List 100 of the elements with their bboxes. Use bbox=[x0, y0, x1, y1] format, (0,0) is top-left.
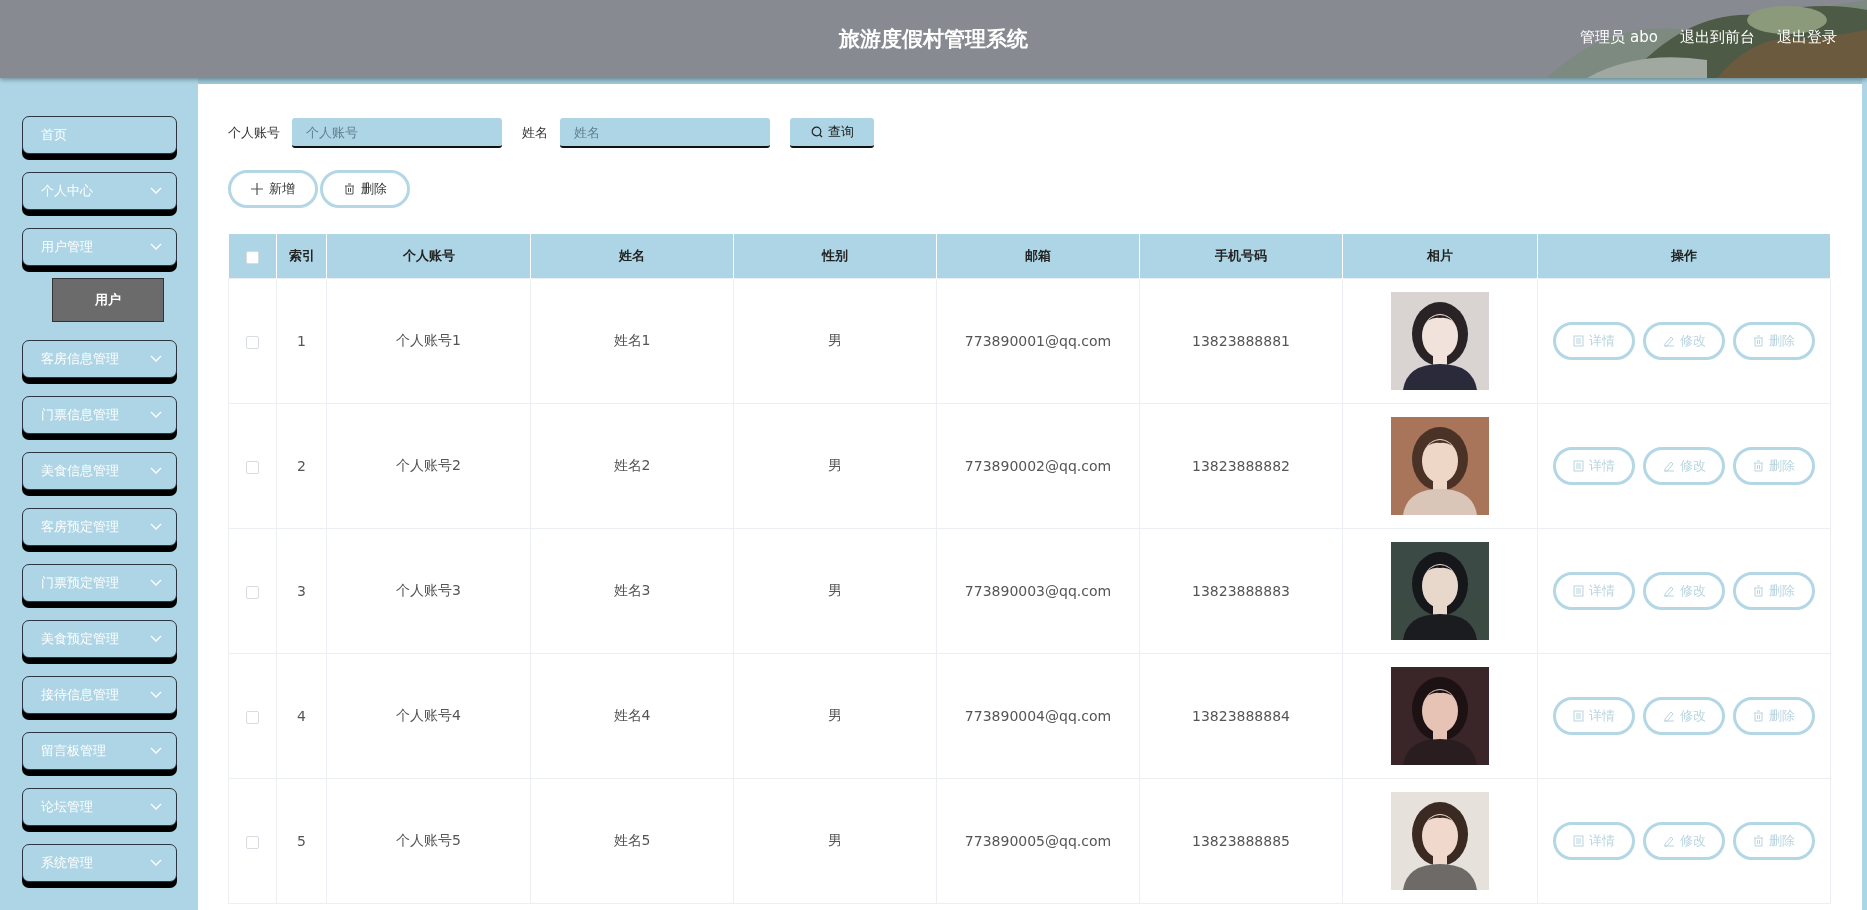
column-header: 相片 bbox=[1342, 234, 1538, 279]
trash-icon bbox=[1753, 335, 1764, 347]
pencil-icon bbox=[1662, 460, 1675, 472]
search-icon bbox=[810, 126, 823, 138]
checkbox[interactable] bbox=[245, 250, 259, 264]
delete-button[interactable]: 删除 bbox=[1733, 322, 1815, 360]
checkbox[interactable] bbox=[246, 335, 259, 349]
table-cell: 13823888881 bbox=[1139, 278, 1343, 404]
table-cell: 773890002@qq.com bbox=[936, 403, 1140, 529]
table-cell: 姓名4 bbox=[530, 653, 734, 779]
table-cell: 1 bbox=[276, 278, 327, 404]
chevron-down-icon bbox=[149, 691, 162, 699]
delete-button[interactable]: 删除 bbox=[320, 170, 410, 208]
table-cell: 个人账号3 bbox=[326, 528, 531, 654]
pencil-icon bbox=[1662, 585, 1675, 597]
trash-icon bbox=[1753, 460, 1764, 472]
column-header: 姓名 bbox=[530, 234, 734, 279]
document-icon bbox=[1573, 710, 1584, 722]
table-cell: 男 bbox=[733, 653, 937, 779]
table-cell: 13823888882 bbox=[1139, 403, 1343, 529]
column-header: 索引 bbox=[276, 234, 327, 279]
table-cell: 姓名5 bbox=[530, 778, 734, 904]
app-title: 旅游度假村管理系统 bbox=[839, 26, 1028, 53]
table-cell: 个人账号4 bbox=[326, 653, 531, 779]
table-cell: 773890004@qq.com bbox=[936, 653, 1140, 779]
table-cell: 男 bbox=[733, 528, 937, 654]
sidebar-subitem[interactable]: 用户 bbox=[52, 278, 164, 322]
table-cell: 个人账号5 bbox=[326, 778, 531, 904]
checkbox[interactable] bbox=[246, 460, 259, 474]
table-cell: 姓名3 bbox=[530, 528, 734, 654]
document-icon bbox=[1573, 835, 1584, 847]
pencil-icon bbox=[1662, 835, 1675, 847]
table-cell: 2 bbox=[276, 403, 327, 529]
chevron-down-icon bbox=[149, 523, 162, 531]
search-button[interactable]: 查询 bbox=[790, 118, 874, 148]
chevron-down-icon bbox=[149, 411, 162, 419]
table-cell: 男 bbox=[733, 278, 937, 404]
pencil-icon bbox=[1662, 335, 1675, 347]
table-cell: 773890001@qq.com bbox=[936, 278, 1140, 404]
pencil-icon bbox=[1662, 710, 1675, 722]
table-cell: 3 bbox=[276, 528, 327, 654]
add-button[interactable]: 新增 bbox=[228, 170, 318, 208]
search-field[interactable]: 个人账号 bbox=[292, 118, 502, 148]
trash-icon bbox=[343, 183, 355, 195]
checkbox[interactable] bbox=[246, 585, 259, 599]
trash-icon bbox=[1753, 835, 1764, 847]
table-cell: 773890003@qq.com bbox=[936, 528, 1140, 654]
checkbox[interactable] bbox=[246, 710, 259, 724]
trash-icon bbox=[1753, 710, 1764, 722]
field-label: 个人账号 bbox=[228, 124, 280, 142]
details-button[interactable]: 详情 bbox=[1553, 572, 1635, 610]
details-button[interactable]: 详情 bbox=[1553, 822, 1635, 860]
plus-icon bbox=[251, 183, 263, 195]
chevron-down-icon bbox=[149, 747, 162, 755]
column-header: 邮箱 bbox=[936, 234, 1140, 279]
document-icon bbox=[1573, 585, 1584, 597]
details-button[interactable]: 详情 bbox=[1553, 697, 1635, 735]
table-cell: 5 bbox=[276, 778, 327, 904]
table-cell: 男 bbox=[733, 778, 937, 904]
chevron-down-icon bbox=[149, 579, 162, 587]
table-cell: 13823888884 bbox=[1139, 653, 1343, 779]
chevron-down-icon bbox=[149, 243, 162, 251]
chevron-down-icon bbox=[149, 635, 162, 643]
table-cell: 13823888885 bbox=[1139, 778, 1343, 904]
table-cell: 个人账号1 bbox=[326, 278, 531, 404]
edit-button[interactable]: 修改 bbox=[1643, 447, 1725, 485]
table-cell: 男 bbox=[733, 403, 937, 529]
chevron-down-icon bbox=[149, 187, 162, 195]
column-header: 手机号码 bbox=[1139, 234, 1343, 279]
header-link[interactable]: 退出到前台 bbox=[1680, 28, 1755, 47]
trash-icon bbox=[1753, 585, 1764, 597]
edit-button[interactable]: 修改 bbox=[1643, 572, 1725, 610]
table-cell: 姓名1 bbox=[530, 278, 734, 404]
delete-button[interactable]: 删除 bbox=[1733, 447, 1815, 485]
column-header: 操作 bbox=[1537, 234, 1831, 279]
user-name: 管理员 abo bbox=[1580, 28, 1658, 47]
table-cell: 姓名2 bbox=[530, 403, 734, 529]
column-header: 个人账号 bbox=[326, 234, 531, 279]
edit-button[interactable]: 修改 bbox=[1643, 822, 1725, 860]
chevron-down-icon bbox=[149, 467, 162, 475]
edit-button[interactable]: 修改 bbox=[1643, 697, 1725, 735]
delete-button[interactable]: 删除 bbox=[1733, 572, 1815, 610]
checkbox[interactable] bbox=[246, 835, 259, 849]
table-cell: 13823888883 bbox=[1139, 528, 1343, 654]
details-button[interactable]: 详情 bbox=[1553, 322, 1635, 360]
chevron-down-icon bbox=[149, 355, 162, 363]
document-icon bbox=[1573, 460, 1584, 472]
edit-button[interactable]: 修改 bbox=[1643, 322, 1725, 360]
chevron-down-icon bbox=[149, 859, 162, 867]
field-label: 姓名 bbox=[522, 124, 548, 142]
details-button[interactable]: 详情 bbox=[1553, 447, 1635, 485]
header-link[interactable]: 退出登录 bbox=[1777, 28, 1837, 47]
table-cell: 773890005@qq.com bbox=[936, 778, 1140, 904]
search-field[interactable]: 姓名 bbox=[560, 118, 770, 148]
table-cell: 4 bbox=[276, 653, 327, 779]
delete-button[interactable]: 删除 bbox=[1733, 822, 1815, 860]
document-icon bbox=[1573, 335, 1584, 347]
table-cell: 个人账号2 bbox=[326, 403, 531, 529]
delete-button[interactable]: 删除 bbox=[1733, 697, 1815, 735]
column-header: 性别 bbox=[733, 234, 937, 279]
